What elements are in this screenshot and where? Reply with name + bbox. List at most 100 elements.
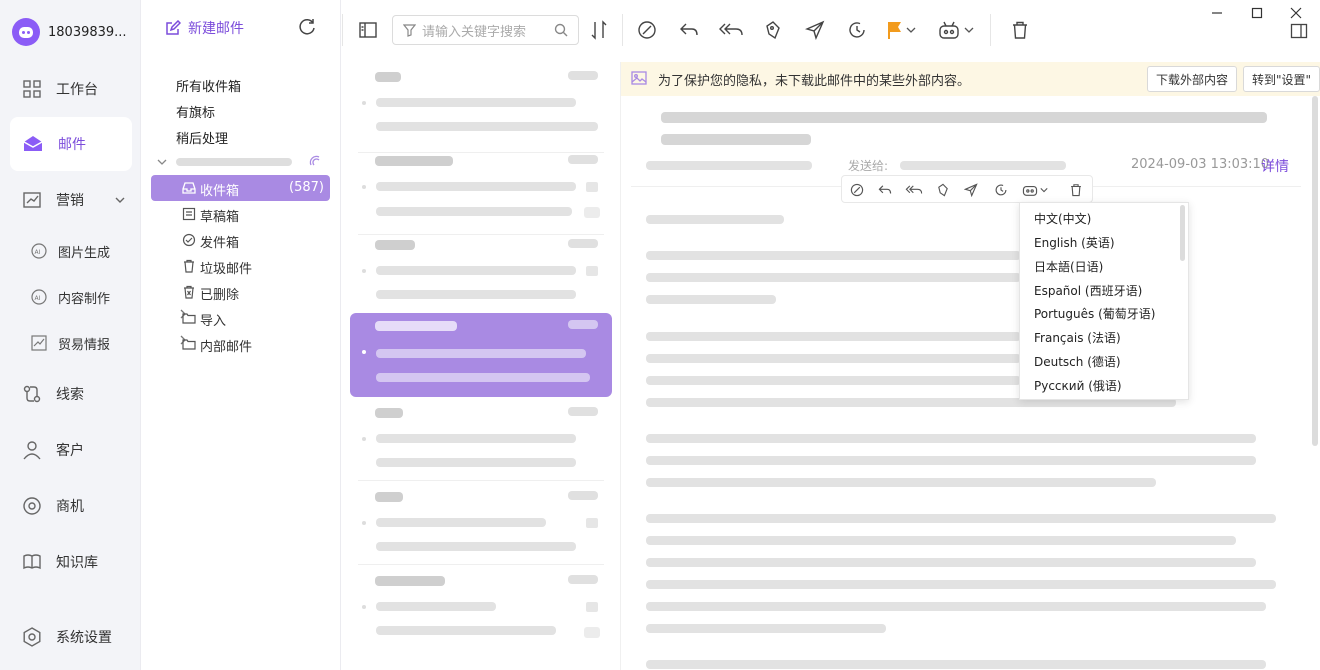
reply-icon[interactable] — [878, 183, 892, 197]
nav-content[interactable]: AI 内容制作 — [30, 282, 110, 312]
recipients-blurred — [900, 161, 1066, 170]
nav-workbench-label: 工作台 — [56, 82, 98, 98]
chevron-down-icon[interactable] — [1040, 186, 1048, 194]
nav-settings[interactable]: 系统设置 — [10, 610, 132, 664]
nav-marketing[interactable]: 营销 — [10, 173, 132, 227]
nav-knowledge[interactable]: 知识库 — [10, 535, 132, 589]
nav-mail[interactable]: 邮件 — [10, 117, 132, 171]
reply-all-icon[interactable] — [905, 183, 923, 197]
new-mail-label: 新建邮件 — [188, 21, 244, 37]
mark-read-icon[interactable] — [850, 183, 864, 197]
side-panel-icon[interactable] — [1290, 22, 1308, 40]
chevron-down-icon[interactable] — [964, 25, 974, 35]
account-switcher[interactable]: 18039839... — [12, 18, 132, 46]
close-icon[interactable] — [1289, 6, 1303, 20]
nav-business[interactable]: 商机 — [10, 479, 132, 533]
refresh-icon[interactable] — [297, 17, 317, 37]
language-option[interactable]: Español (西班牙语) — [1034, 282, 1142, 299]
compose-icon — [166, 20, 181, 35]
language-option[interactable]: 日本語(日语) — [1034, 258, 1103, 275]
folder-import[interactable]: 导入 — [151, 305, 330, 331]
delete-icon[interactable] — [1010, 20, 1030, 40]
folder-drafts[interactable]: 草稿箱 — [151, 201, 330, 227]
folder-all-inbox[interactable]: 所有收件箱 — [176, 76, 241, 95]
goto-settings-button[interactable]: 转到"设置" — [1243, 66, 1320, 92]
mail-icon — [23, 136, 43, 151]
nav-customers[interactable]: 客户 — [10, 423, 132, 477]
layout-toggle-icon[interactable] — [358, 20, 378, 40]
message-item-selected[interactable] — [350, 313, 612, 397]
sort-icon[interactable] — [590, 20, 608, 40]
maximize-icon[interactable] — [1250, 6, 1264, 20]
minimize-icon[interactable] — [1210, 6, 1224, 20]
language-option[interactable]: Русский (俄语) — [1034, 377, 1122, 394]
message-item[interactable] — [350, 400, 612, 484]
email-subject — [661, 112, 1271, 145]
forward-icon[interactable] — [964, 183, 978, 197]
folder-inbox[interactable]: 收件箱 (587) — [151, 175, 330, 201]
folder-flagged[interactable]: 有旗标 — [176, 102, 215, 121]
chevron-down-icon — [157, 159, 167, 165]
folder-inbox-label: 收件箱 — [200, 184, 240, 199]
nav-trade[interactable]: 贸易情报 — [30, 328, 110, 358]
folder-later[interactable]: 稍后处理 — [176, 128, 228, 147]
folder-import-label: 导入 — [200, 314, 227, 329]
chevron-down-icon[interactable] — [906, 25, 916, 35]
scrollbar[interactable] — [1312, 96, 1318, 446]
ai-image-icon: AI — [31, 243, 47, 259]
folder-sent-label: 发件箱 — [200, 236, 240, 251]
snooze-icon[interactable] — [994, 183, 1008, 197]
mail-account-row[interactable] — [157, 152, 327, 172]
mail-toolbar: 请输入关键字搜索 — [342, 0, 1320, 62]
message-item[interactable] — [350, 148, 612, 232]
message-list — [342, 62, 620, 670]
folder-sent[interactable]: 发件箱 — [151, 227, 330, 253]
message-item[interactable] — [350, 568, 612, 652]
reply-all-icon[interactable] — [718, 20, 744, 40]
message-item[interactable] — [350, 64, 612, 148]
search-box[interactable]: 请输入关键字搜索 — [392, 15, 579, 45]
tag-icon[interactable] — [936, 183, 950, 197]
forward-icon[interactable] — [805, 20, 825, 40]
search-icon[interactable] — [554, 23, 568, 37]
tag-icon[interactable] — [763, 20, 783, 40]
divider — [622, 14, 623, 46]
ai-robot-icon[interactable] — [938, 20, 960, 40]
nav-business-label: 商机 — [56, 499, 84, 515]
folder-junk[interactable]: 垃圾邮件 — [151, 253, 330, 279]
folder-internal[interactable]: 内部邮件 — [151, 331, 330, 357]
snooze-icon[interactable] — [847, 20, 867, 40]
privacy-banner: 为了保护您的隐私，未下载此邮件中的某些外部内容。 下载外部内容 转到"设置" — [621, 62, 1320, 96]
sent-to-label: 发送给: — [848, 159, 889, 173]
download-external-button[interactable]: 下载外部内容 — [1147, 66, 1238, 92]
message-item[interactable] — [350, 232, 612, 316]
nav-image-gen[interactable]: AI 图片生成 — [30, 236, 110, 266]
language-option[interactable]: English (英语) — [1034, 234, 1115, 251]
language-option[interactable]: Português (葡萄牙语) — [1034, 305, 1155, 322]
delete-icon[interactable] — [1069, 183, 1083, 197]
language-option[interactable]: Deutsch (德语) — [1034, 353, 1121, 370]
scrollbar[interactable] — [1180, 205, 1185, 261]
trend-icon — [31, 335, 47, 351]
filter-icon[interactable] — [403, 23, 416, 37]
new-mail-button[interactable]: 新建邮件 — [165, 18, 244, 38]
mark-read-icon[interactable] — [637, 20, 657, 40]
flag-icon[interactable] — [886, 20, 904, 40]
folder-deleted[interactable]: 已删除 — [151, 279, 330, 305]
language-option[interactable]: 中文(中文) — [1034, 210, 1091, 227]
nav-leads[interactable]: 线索 — [10, 367, 132, 421]
ai-robot-icon[interactable] — [1022, 182, 1038, 197]
gear-icon — [23, 627, 41, 647]
ai-text-icon: AI — [31, 289, 47, 305]
nav-workbench[interactable]: 工作台 — [10, 62, 132, 116]
reply-icon[interactable] — [679, 20, 699, 40]
account-email-blurred — [176, 158, 292, 166]
detail-link[interactable]: 详情 — [1261, 156, 1289, 176]
folder-junk-label: 垃圾邮件 — [200, 262, 253, 277]
nav-marketing-label: 营销 — [56, 193, 84, 209]
language-option[interactable]: Français (法语) — [1034, 329, 1121, 346]
search-placeholder: 请输入关键字搜索 — [422, 24, 527, 40]
folder-deleted-label: 已删除 — [200, 288, 240, 303]
message-item[interactable] — [350, 484, 612, 568]
leads-icon — [23, 385, 41, 403]
